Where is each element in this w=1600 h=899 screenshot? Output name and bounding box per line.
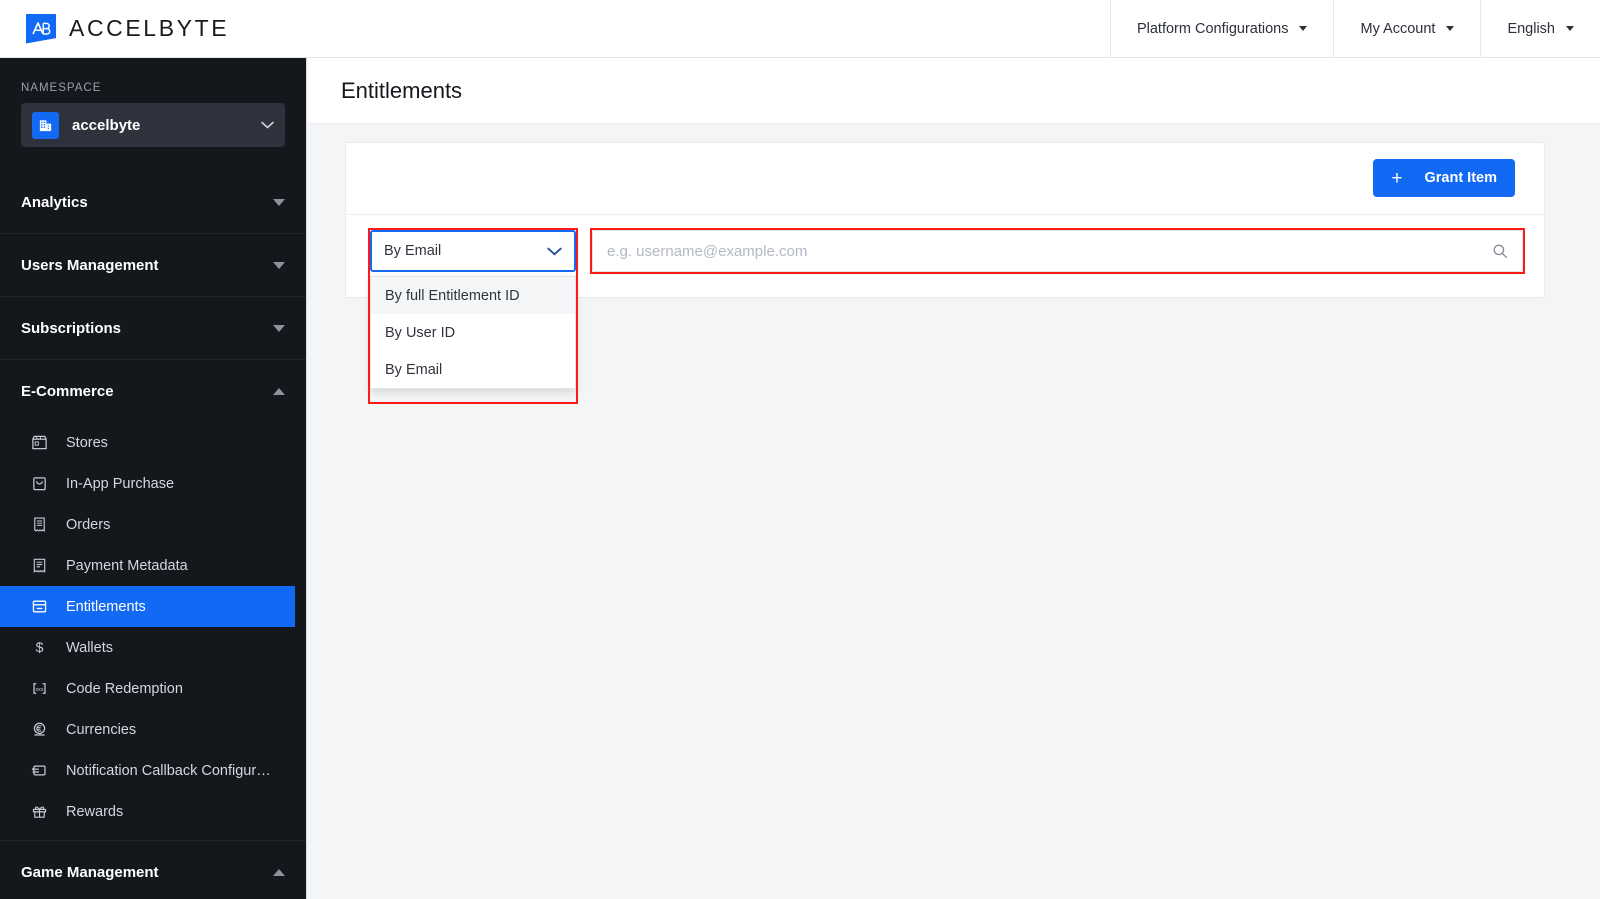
plus-icon: +: [1391, 167, 1403, 189]
namespace-selector[interactable]: accelbyte: [21, 103, 285, 147]
store-icon: [28, 434, 50, 451]
chevron-down-icon: [1299, 26, 1308, 31]
sidebar-section-e-commerce: E-Commerce Stores In-App Purchase Orders…: [0, 360, 306, 841]
accelbyte-logo-icon: [26, 13, 56, 44]
sidebar-item-label: Entitlements: [66, 598, 146, 615]
app-root: ACCELBYTE Platform Configurations My Acc…: [0, 0, 1600, 899]
sidebar-item-label: Code Redemption: [66, 680, 183, 697]
search-input-placeholder: e.g. username@example.com: [607, 242, 808, 260]
namespace-spacer: [0, 147, 306, 171]
grant-item-button[interactable]: + Grant Item: [1373, 159, 1515, 197]
dropdown-option-by-user-id[interactable]: By User ID: [371, 314, 575, 351]
triangle-up-icon: [273, 387, 285, 395]
sidebar-section-users-management: Users Management: [0, 234, 306, 297]
sidebar-item-code-redemption[interactable]: xxx Code Redemption: [0, 668, 306, 709]
top-nav: Platform Configurations My Account Engli…: [1109, 0, 1600, 58]
svg-text:xxx: xxx: [35, 687, 43, 693]
dropdown-option-by-full-entitlement-id[interactable]: By full Entitlement ID: [371, 277, 575, 314]
code-bracket-icon: xxx: [28, 680, 50, 697]
namespace-value: accelbyte: [72, 116, 141, 134]
main-content: Entitlements + Grant Item By Email By fu…: [308, 58, 1600, 899]
search-type-selected-value: By Email: [384, 243, 442, 259]
grant-item-label: Grant Item: [1424, 170, 1497, 186]
sidebar-section-header-game-management[interactable]: Game Management: [0, 841, 306, 899]
sidebar-item-currencies[interactable]: Currencies: [0, 709, 306, 750]
card-toolbar: + Grant Item: [346, 143, 1544, 215]
sidebar-item-label: In-App Purchase: [66, 475, 175, 492]
document-lines-icon: [28, 557, 50, 574]
sidebar: NAMESPACE accelbyte Analytics Users Mana…: [0, 58, 307, 899]
top-header: ACCELBYTE Platform Configurations My Acc…: [0, 0, 1600, 58]
page-header: Entitlements: [308, 58, 1600, 124]
card-filter-row: By Email By full Entitlement ID By User …: [346, 215, 1544, 404]
chevron-down-icon: [261, 121, 274, 129]
topnav-label: English: [1507, 20, 1555, 37]
callback-card-icon: [28, 762, 50, 779]
currency-euro-icon: [28, 721, 50, 738]
chevron-down-icon: [1566, 26, 1574, 31]
triangle-down-icon: [273, 261, 285, 269]
search-input[interactable]: e.g. username@example.com: [592, 230, 1523, 272]
search-type-select: By Email By full Entitlement ID By User …: [370, 230, 576, 389]
chevron-down-icon: [547, 247, 562, 256]
sidebar-item-label: Rewards: [66, 803, 124, 820]
search-type-select-trigger[interactable]: By Email: [370, 230, 576, 272]
sidebar-item-notification-callback-configuration[interactable]: Notification Callback Configur…: [0, 750, 306, 791]
topnav-item-platform-configurations[interactable]: Platform Configurations: [1109, 0, 1334, 58]
search-type-dropdown-menu: By full Entitlement ID By User ID By Ema…: [370, 276, 576, 389]
topnav-label: Platform Configurations: [1136, 20, 1289, 37]
svg-text:$: $: [35, 640, 43, 656]
sidebar-section-label: Analytics: [21, 193, 88, 211]
sidebar-section-header-users-management[interactable]: Users Management: [0, 234, 306, 296]
sidebar-section-label: Game Management: [21, 863, 159, 881]
search-field-wrap: e.g. username@example.com: [592, 230, 1523, 272]
dollar-icon: $: [28, 639, 50, 656]
topnav-item-language[interactable]: English: [1480, 0, 1600, 58]
dropdown-option-label: By full Entitlement ID: [385, 287, 520, 304]
sidebar-section-label: Subscriptions: [21, 319, 122, 337]
sidebar-item-entitlements[interactable]: Entitlements: [0, 586, 295, 627]
triangle-down-icon: [273, 198, 285, 206]
sidebar-section-label: E-Commerce: [21, 382, 114, 400]
topnav-item-my-account[interactable]: My Account: [1333, 0, 1480, 58]
building-icon: [32, 111, 59, 139]
chevron-down-icon: [1446, 26, 1455, 31]
entitlement-card-icon: [28, 598, 50, 615]
receipt-icon: [28, 516, 50, 533]
shopping-bag-icon: [28, 475, 50, 492]
search-icon[interactable]: [1492, 243, 1508, 259]
sidebar-item-orders[interactable]: Orders: [0, 504, 306, 545]
gift-icon: [28, 803, 50, 820]
sidebar-item-rewards[interactable]: Rewards: [0, 791, 306, 832]
triangle-up-icon: [273, 868, 285, 876]
sidebar-item-stores[interactable]: Stores: [0, 422, 306, 463]
sidebar-section-game-management: Game Management: [0, 841, 306, 899]
sidebar-section-items-e-commerce: Stores In-App Purchase Orders Payment Me…: [0, 422, 306, 840]
dropdown-option-label: By User ID: [385, 324, 456, 341]
sidebar-item-label: Stores: [66, 434, 108, 451]
dropdown-option-label: By Email: [385, 361, 443, 378]
topnav-label: My Account: [1360, 20, 1436, 37]
sidebar-section-subscriptions: Subscriptions: [0, 297, 306, 360]
entitlements-search-card: + Grant Item By Email By full Entitlemen…: [345, 142, 1545, 404]
dropdown-option-by-email[interactable]: By Email: [371, 351, 575, 388]
sidebar-item-label: Payment Metadata: [66, 557, 188, 574]
sidebar-section-label: Users Management: [21, 256, 159, 274]
triangle-down-icon: [273, 324, 285, 332]
sidebar-item-wallets[interactable]: $ Wallets: [0, 627, 306, 668]
sidebar-item-label: Notification Callback Configur…: [66, 762, 271, 779]
sidebar-section-header-analytics[interactable]: Analytics: [0, 171, 306, 233]
sidebar-section-header-e-commerce[interactable]: E-Commerce: [0, 360, 306, 422]
namespace-label: NAMESPACE: [21, 82, 102, 94]
sidebar-item-in-app-purchase[interactable]: In-App Purchase: [0, 463, 306, 504]
sidebar-item-label: Wallets: [66, 639, 113, 656]
sidebar-section-analytics: Analytics: [0, 171, 306, 234]
page-title: Entitlements: [341, 77, 463, 103]
brand[interactable]: ACCELBYTE: [0, 13, 230, 44]
brand-name: ACCELBYTE: [69, 15, 230, 41]
sidebar-section-header-subscriptions[interactable]: Subscriptions: [0, 297, 306, 359]
sidebar-item-label: Currencies: [66, 721, 137, 738]
sidebar-item-label: Orders: [66, 516, 111, 533]
sidebar-item-payment-metadata[interactable]: Payment Metadata: [0, 545, 306, 586]
